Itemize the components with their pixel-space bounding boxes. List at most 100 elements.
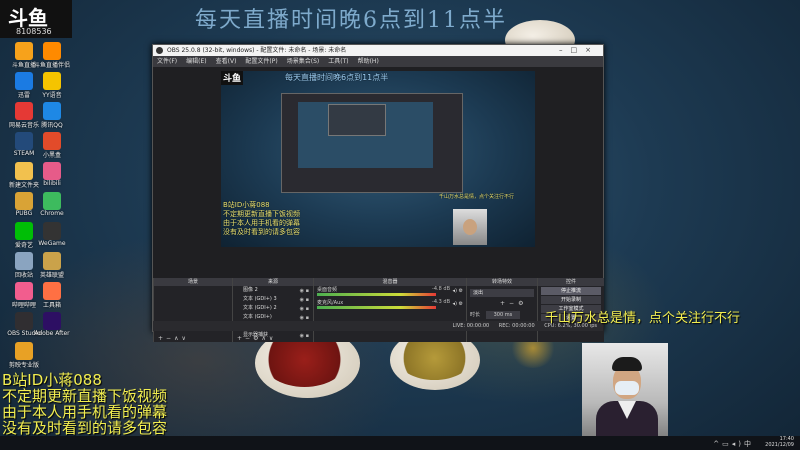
mixer-channel[interactable]: 麦克风/Aux -4.3 dB ◂) ⚙ [314,299,466,312]
menu-item[interactable]: 配置文件(P) [245,58,277,65]
desktop-icon[interactable]: Chrome [34,192,70,217]
speaker-icon[interactable]: ◂) ⚙ [452,301,463,307]
app-icon [15,282,33,300]
desktop-icon-label: 小黑盒 [42,152,61,159]
volume-meter[interactable] [317,306,436,309]
desktop-icon-label: Adobe After [34,330,70,337]
mixer-list: 桌面音频 -4.8 dB ◂) ⚙ 麦克风/Aux -4.3 dB ◂) ⚙ [314,286,466,312]
obs-preview[interactable]: 斗鱼 每天直播时间晚6点到11点半 B站ID小蒋088 不定期更新直播下饭视频 … [153,67,604,342]
obs-statusbar: LIVE: 00:00:00 REC: 00:00:00 CPU: 6.2%, … [153,321,603,331]
desktop-icon[interactable]: bilibili [34,162,70,187]
app-icon [43,222,61,240]
desktop-icon[interactable]: 小黑盒 [34,132,70,159]
source-item[interactable]: 图像 2 ◉ ▪ [233,286,313,295]
desktop-icon[interactable]: 英雄联盟 [34,252,70,279]
tray-icons[interactable]: ^▭◂)中 [713,439,754,449]
desktop-icon-label: 英雄联盟 [39,272,64,279]
preview-left-overlay: B站ID小蒋088 不定期更新直播下饭视频 由于本人用手机看的弹幕 没有及时看到… [223,201,300,237]
obs-app-icon [156,47,163,54]
add-icon[interactable]: + [237,335,245,342]
overlay-line: 不定期更新直播下饭视频 [2,387,168,405]
source-label: 图像 2 [243,287,258,293]
desktop-icon[interactable]: WeGame [34,222,70,247]
app-icon [43,312,61,330]
gear-icon[interactable]: ⚙ [518,300,527,307]
move-up-icon[interactable]: ∧ [261,335,268,342]
menu-item[interactable]: 场景集合(S) [287,58,320,65]
ime-icon[interactable]: 中 [744,440,754,448]
obs-titlebar[interactable]: OBS 25.0.8 (32-bit, windows) - 配置文件: 未命名… [153,45,603,56]
move-down-icon[interactable]: ∨ [181,335,188,342]
network-icon[interactable]: ▭ [722,440,732,448]
volume-icon[interactable]: ◂) [732,440,744,448]
menu-item[interactable]: 查看(V) [216,58,237,65]
app-icon [43,252,61,270]
control-button[interactable]: 开始录制 [541,296,601,304]
maximize-icon[interactable]: □ [571,46,586,54]
tray-clock[interactable]: 17:40 2021/12/09 [765,436,794,450]
sources-dock-toolbar[interactable]: +−⚙∧∨ [233,335,313,342]
source-item[interactable]: 文本 (GDI+) 2 ◉ ▪ [233,304,313,313]
move-down-icon[interactable]: ∨ [269,335,276,342]
menu-item[interactable]: 文件(F) [157,58,177,65]
window-controls[interactable]: –□× [559,45,599,56]
app-icon [43,102,61,120]
menu-item[interactable]: 帮助(H) [358,58,379,65]
minimize-icon[interactable]: – [559,46,571,54]
speaker-icon[interactable]: ◂) ⚙ [452,288,463,294]
follow-request-text: 千山万水总是情，点个关注行不行 [545,311,741,326]
app-icon [15,192,33,210]
source-item[interactable]: 文本 (GDI+) 3 ◉ ▪ [233,295,313,304]
app-icon [43,42,61,60]
desktop-icon[interactable]: 工具箱 [34,282,70,309]
overlay-line: B站ID小蒋088 [2,371,102,389]
desktop-icon[interactable]: YY语音 [34,72,70,99]
desktop-icon[interactable]: 剪映专业版 [6,342,42,369]
app-icon [43,192,61,210]
desktop-icon-label: WeGame [38,240,66,247]
controls-dock-title: 控件 [538,278,604,286]
rec-status: REC: 00:00:00 [498,323,535,329]
control-button[interactable]: 停止推流 [541,287,601,295]
remove-icon[interactable]: − [166,335,174,342]
add-icon[interactable]: + [500,300,509,307]
duration-label: 时长 [470,312,481,318]
menu-item[interactable]: 工具(T) [328,58,348,65]
sources-list: 图像 2 ◉ ▪ 文本 (GDI+) 3 ◉ ▪ 文本 (GDI+) 2 ◉ ▪ 文本 (G… [233,286,313,340]
scenes-dock-toolbar[interactable]: +−∧∨ [154,335,232,342]
sources-dock-title: 来源 [233,278,313,286]
preview-right-overlay: 千山万水总是情，点个关注行不行 [439,194,515,200]
preview-douyu-logo: 斗鱼 [221,71,243,85]
obs-window[interactable]: OBS 25.0.8 (32-bit, windows) - 配置文件: 未命名… [152,44,604,342]
app-icon [15,102,33,120]
app-icon [15,252,33,270]
volume-meter[interactable] [317,293,436,296]
add-icon[interactable]: + [158,335,166,342]
preview-canvas[interactable]: 斗鱼 每天直播时间晚6点到11点半 B站ID小蒋088 不定期更新直播下饭视频 … [221,71,535,247]
menu-item[interactable]: 编辑(E) [186,58,206,65]
webcam-feed [582,343,668,443]
room-id: 8108536 [16,27,52,36]
close-icon[interactable]: × [585,46,599,54]
duration-input[interactable]: 300 ms [485,311,521,319]
transition-select[interactable]: 淡出 [470,289,534,297]
mixer-channel[interactable]: 桌面音频 -4.8 dB ◂) ⚙ [314,286,466,299]
app-icon [43,282,61,300]
preview-schedule-text: 每天直播时间晚6点到11点半 [285,73,389,82]
webcam-hair [612,357,642,371]
desktop-icon-label: YY语音 [42,92,62,99]
sources-dock: 来源 图像 2 ◉ ▪ 文本 (GDI+) 3 ◉ ▪ 文本 (GDI+) 2 ◉ ▪ 文本… [232,278,313,342]
desktop-icon[interactable]: Adobe After [34,312,70,337]
desktop-icon[interactable]: 斗鱼直播伴侣 [34,42,70,69]
webcam-mask [615,381,639,395]
desktop-icon[interactable]: 腾讯QQ [34,102,70,129]
taskbar: ^▭◂)中 17:40 2021/12/09 [0,436,800,450]
desktop-icon-label: 腾讯QQ [41,122,63,129]
source-label: 文本 (GDI+) [243,314,272,320]
transition-toolbar[interactable]: +−⚙ [470,300,534,308]
remove-icon[interactable]: − [245,335,253,342]
chevron-up-icon[interactable]: ^ [713,440,722,448]
mixer-dock: 混音器 桌面音频 -4.8 dB ◂) ⚙ 麦克风/Aux -4.3 dB ◂) ⚙ [313,278,466,342]
preview-webcam [453,209,487,245]
remove-icon[interactable]: − [509,300,518,307]
